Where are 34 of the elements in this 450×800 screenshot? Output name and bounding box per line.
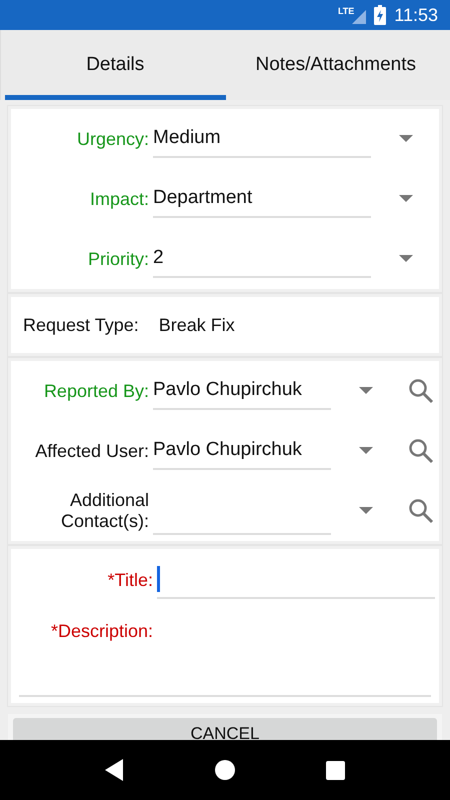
field-label: Request Type: [23,314,139,336]
field-value: Break Fix [158,314,235,336]
search-icon[interactable] [408,378,434,404]
dropdown-arrow-icon[interactable] [399,135,413,143]
dropdown-field[interactable]: Department [153,180,371,218]
cancel-button[interactable]: CANCEL [13,718,437,740]
tab[interactable]: Notes/Attachments [226,30,446,100]
battery-charging-icon [374,5,386,25]
lookup-field[interactable]: Pavlo Chupirchuk [153,372,331,410]
back-icon[interactable] [105,759,126,781]
search-icon[interactable] [408,498,434,524]
dropdown-arrow-icon[interactable] [359,507,373,515]
field-label: Affected User: [34,440,149,462]
tab[interactable]: Details [5,30,226,100]
dropdown-arrow-icon[interactable] [359,447,373,455]
dropdown-field[interactable]: 2 [153,240,371,278]
field-label: *Description: [50,620,153,642]
field-label: Reported By: [42,380,149,402]
signal-icon [352,10,366,24]
field-label: Additional Contact(s): [60,490,149,532]
lookup-field[interactable]: Pavlo Chupirchuk [153,432,331,470]
search-icon[interactable] [408,438,434,464]
dropdown-field[interactable]: Medium [153,120,371,158]
dropdown-arrow-icon[interactable] [359,387,373,395]
network-type: LTE [338,6,354,16]
field-label: *Title: [106,570,153,590]
home-icon[interactable] [215,760,236,780]
recent-apps-icon[interactable] [326,760,345,780]
dropdown-arrow-icon[interactable] [399,255,413,263]
field-label: Impact: [88,188,149,210]
field-label: Priority: [86,248,149,270]
dropdown-arrow-icon[interactable] [399,195,413,203]
clock: 11:53 [394,4,438,26]
field-label: Urgency: [76,128,149,150]
